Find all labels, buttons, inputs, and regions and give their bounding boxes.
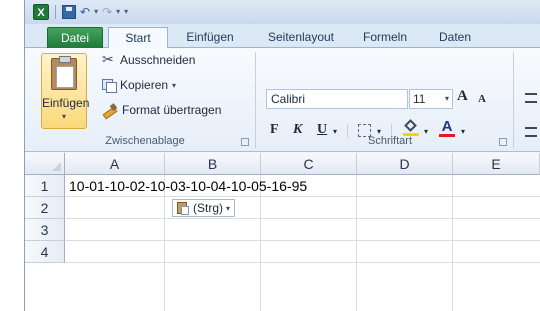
font-name-select[interactable]: Calibri: [266, 89, 408, 109]
redo-icon[interactable]: ↷: [102, 5, 112, 19]
bold-button[interactable]: F: [270, 122, 279, 138]
grow-font-button[interactable]: A: [457, 88, 468, 105]
tab-formeln[interactable]: Formeln: [355, 27, 415, 48]
paste-options-icon: [176, 201, 190, 215]
tab-einfuegen[interactable]: Einfügen: [175, 27, 245, 48]
chevron-down-icon: ▾: [444, 94, 449, 103]
tab-datei[interactable]: Datei: [47, 27, 103, 48]
paste-dropdown-icon: ▾: [61, 112, 66, 121]
font-color-dropdown-icon[interactable]: ▾: [461, 127, 465, 136]
grid-line: [356, 175, 357, 311]
column-header-b[interactable]: B: [165, 153, 261, 175]
grid-line: [65, 240, 540, 241]
spreadsheet-grid[interactable]: A B C D E 1 2 3 4 10-01-10-02-10-03-10-0…: [25, 153, 540, 311]
font-name-value: Calibri: [271, 92, 306, 106]
paste-options-label: (Strg): [193, 201, 223, 215]
save-icon[interactable]: [62, 5, 76, 19]
scissors-icon: [102, 51, 116, 68]
title-bar: X ↶ ▾ ↷ ▾ ▾: [25, 0, 540, 24]
tab-seitenlayout[interactable]: Seitenlayout: [258, 27, 344, 48]
copy-button[interactable]: Kopieren ▾: [102, 78, 176, 93]
redo-dropdown-icon[interactable]: ▾: [116, 5, 120, 19]
group-separator: [513, 52, 514, 148]
format-painter-label: Format übertragen: [122, 103, 222, 117]
grid-line: [65, 262, 540, 263]
row-header-4[interactable]: 4: [25, 241, 65, 263]
clipboard-group-label: Zwischenablage: [105, 135, 185, 147]
background-area: [0, 0, 24, 311]
quick-access-toolbar: X ↶ ▾ ↷ ▾ ▾: [33, 4, 128, 20]
copy-dropdown-icon[interactable]: ▾: [172, 81, 176, 90]
cell-a1[interactable]: 10-01-10-02-10-03-10-04-10-05-16-95: [69, 175, 307, 197]
undo-dropdown-icon[interactable]: ▾: [94, 5, 98, 19]
chevron-down-icon: ▾: [226, 203, 231, 213]
shrink-font-button[interactable]: A: [478, 93, 486, 105]
cut-button[interactable]: Ausschneiden: [102, 51, 196, 68]
column-header-e[interactable]: E: [453, 153, 540, 175]
row-header-3[interactable]: 3: [25, 219, 65, 241]
copy-icon: [102, 79, 117, 93]
row-header-2[interactable]: 2: [25, 197, 65, 219]
ribbon: Einfügen ▾ Ausschneiden Kopieren ▾ Forma…: [25, 48, 540, 152]
format-painter-icon: [102, 103, 118, 117]
clipboard-dialog-launcher-icon[interactable]: [241, 138, 249, 146]
select-all-corner[interactable]: [25, 153, 65, 175]
paste-button[interactable]: Einfügen ▾: [41, 53, 90, 129]
cut-label: Ausschneiden: [120, 53, 196, 67]
italic-button[interactable]: K: [293, 122, 302, 138]
align-middle-icon[interactable]: [525, 126, 537, 138]
group-separator: [255, 52, 256, 148]
paste-label: Einfügen: [42, 96, 90, 110]
paste-clipboard-icon: [51, 56, 77, 90]
ribbon-tabs: Datei Start Einfügen Seitenlayout Formel…: [25, 24, 540, 49]
format-painter-button[interactable]: Format übertragen: [102, 103, 221, 117]
undo-icon[interactable]: ↶: [80, 5, 90, 19]
tab-start[interactable]: Start: [108, 27, 168, 49]
excel-window: X ↶ ▾ ↷ ▾ ▾ Datei Start Einfügen Seitenl…: [0, 0, 540, 311]
font-group-label: Schriftart: [367, 135, 412, 147]
fill-color-icon[interactable]: [403, 120, 419, 136]
grid-line: [452, 175, 453, 311]
font-size-select[interactable]: 11 ▾: [409, 89, 453, 109]
font-size-value: 11: [413, 92, 426, 106]
column-header-d[interactable]: D: [357, 153, 453, 175]
excel-app-icon[interactable]: X: [33, 4, 49, 20]
column-header-a[interactable]: A: [65, 153, 165, 175]
toolbar-separator: [55, 5, 56, 19]
copy-label: Kopieren: [120, 78, 169, 92]
row-header-1[interactable]: 1: [25, 175, 65, 197]
customize-toolbar-icon[interactable]: ▾: [124, 5, 128, 19]
paste-options-button[interactable]: (Strg) ▾: [172, 199, 236, 217]
column-header-c[interactable]: C: [261, 153, 357, 175]
tab-daten[interactable]: Daten: [425, 27, 485, 48]
font-dialog-launcher-icon[interactable]: [499, 138, 507, 146]
grid-line: [65, 218, 540, 219]
align-top-icon[interactable]: [525, 92, 537, 104]
